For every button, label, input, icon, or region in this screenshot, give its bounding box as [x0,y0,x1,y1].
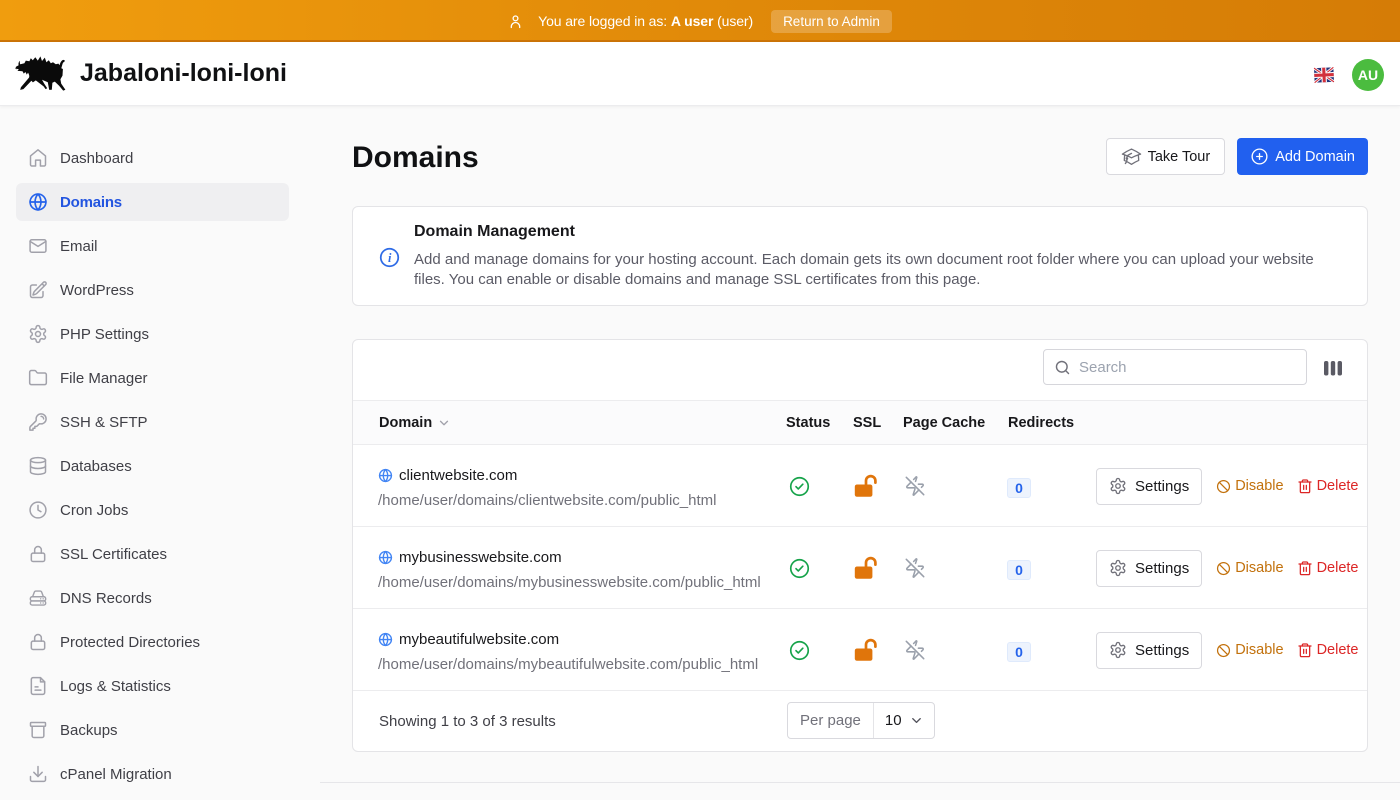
svg-text:i: i [388,251,392,265]
